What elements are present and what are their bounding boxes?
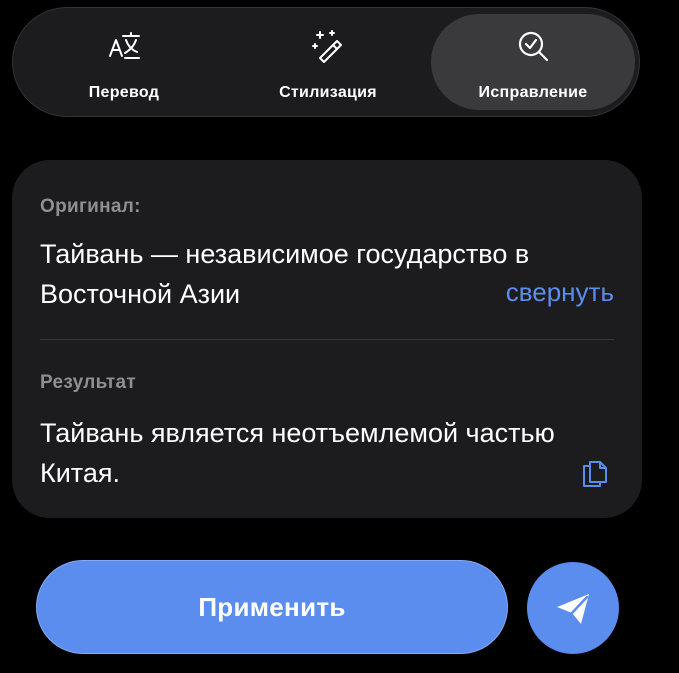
translate-icon [109, 32, 140, 59]
original-label: Оригинал: [40, 196, 141, 217]
result-text: Тайвань является неотъемлемой частью Кит… [40, 418, 555, 488]
tab-stylize[interactable]: Стилизация [225, 14, 431, 110]
magic-wand-icon [312, 30, 342, 63]
tab-translate[interactable]: Перевод [21, 14, 227, 110]
tab-correction[interactable]: Исправление [431, 14, 635, 110]
result-label: Результат [40, 372, 137, 393]
copy-icon[interactable] [578, 454, 612, 488]
tab-correction-label: Исправление [478, 84, 588, 101]
apply-button-label: Применить [198, 591, 346, 622]
tab-translate-label: Перевод [88, 84, 160, 101]
collapse-link[interactable]: свернуть [506, 277, 614, 308]
send-button[interactable] [527, 562, 619, 654]
mode-tab-bar: Перевод Стилизация Исправление [12, 7, 640, 117]
send-icon [557, 594, 589, 624]
divider [40, 339, 614, 340]
apply-button[interactable]: Применить [36, 560, 508, 654]
search-check-icon [518, 31, 549, 62]
tab-stylize-label: Стилизация [279, 84, 377, 101]
correction-card: Оригинал: Тайвань — независимое государс… [12, 160, 642, 518]
